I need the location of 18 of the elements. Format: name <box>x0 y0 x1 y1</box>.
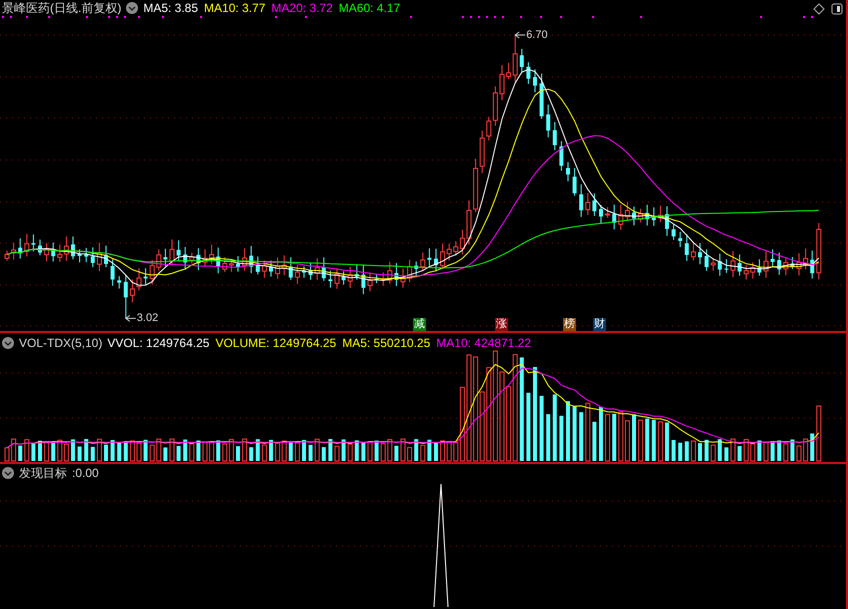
stock-title: 景峰医药(日线.前复权) <box>2 0 122 16</box>
moving-average-value: MA20: 3.72 <box>271 0 333 16</box>
moving-average-value: MA5: 3.85 <box>143 0 198 16</box>
indicator-value: :0.00 <box>72 465 99 481</box>
volume-value: MA5: 550210.25 <box>342 335 430 351</box>
event-tag[interactable]: 减 <box>413 318 426 331</box>
event-tag[interactable]: 榜 <box>563 318 576 331</box>
volume-value: VOLUME: 1249764.25 <box>215 335 336 351</box>
volume-value: MA10: 424871.22 <box>436 335 532 351</box>
event-tag[interactable]: 涨 <box>495 318 508 331</box>
volume-value: VVOL: 1249764.25 <box>107 335 210 351</box>
indicator-title: VOL-TDX(5,10) <box>19 335 102 351</box>
moving-average-value: MA10: 3.77 <box>204 0 266 16</box>
moving-average-value: MA60: 4.17 <box>338 0 400 16</box>
event-tag[interactable]: 财 <box>593 318 606 331</box>
price-label: 3.02 <box>136 312 158 324</box>
indicator-title: 发现目标 <box>19 465 67 481</box>
price-label: 6.70 <box>526 29 548 41</box>
